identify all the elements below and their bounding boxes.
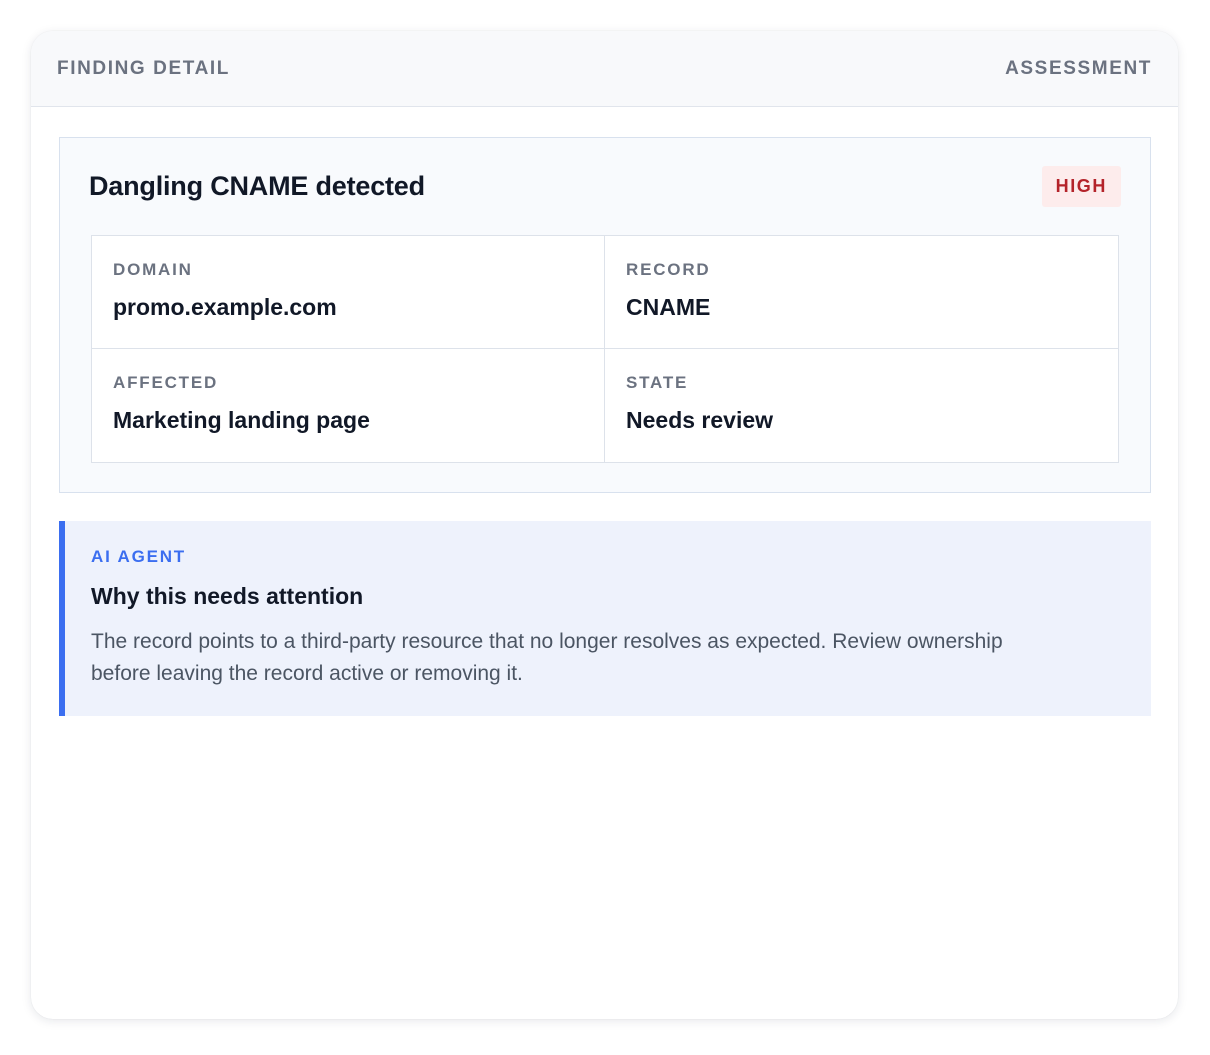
panel-header: FINDING DETAIL ASSESSMENT [31, 31, 1178, 107]
field-record: RECORD CNAME [605, 236, 1118, 349]
field-value: CNAME [626, 294, 711, 320]
field-label: STATE [626, 373, 689, 392]
field-value: promo.example.com [113, 294, 337, 320]
finding-card: Dangling CNAME detected HIGH DOMAIN prom… [59, 137, 1151, 493]
field-label: RECORD [626, 260, 711, 279]
panel-title: FINDING DETAIL [57, 57, 230, 79]
field-value: Needs review [626, 407, 774, 433]
assessment-tab[interactable]: ASSESSMENT [1005, 58, 1152, 80]
field-value: Marketing landing page [113, 407, 370, 433]
finding-header: Dangling CNAME detected HIGH [89, 138, 1121, 235]
field-domain: DOMAIN promo.example.com [92, 236, 605, 349]
ai-agent-heading: Why this needs attention [91, 583, 364, 609]
ai-agent-body: The record points to a third-party resou… [91, 630, 1003, 685]
finding-fields-grid: DOMAIN promo.example.com RECORD CNAME AF… [91, 235, 1119, 463]
ai-agent-callout: AI AGENT Why this needs attention The re… [59, 521, 1151, 716]
ai-agent-tag: AI AGENT [91, 547, 186, 566]
field-label: AFFECTED [113, 373, 219, 392]
field-affected: AFFECTED Marketing landing page [92, 349, 605, 462]
field-label: DOMAIN [113, 260, 193, 279]
panel-body: Dangling CNAME detected HIGH DOMAIN prom… [31, 107, 1178, 716]
field-state: STATE Needs review [605, 349, 1118, 462]
finding-title: Dangling CNAME detected [89, 171, 425, 201]
severity-badge: HIGH [1041, 166, 1121, 207]
finding-detail-panel: FINDING DETAIL ASSESSMENT Dangling CNAME… [31, 31, 1178, 1019]
